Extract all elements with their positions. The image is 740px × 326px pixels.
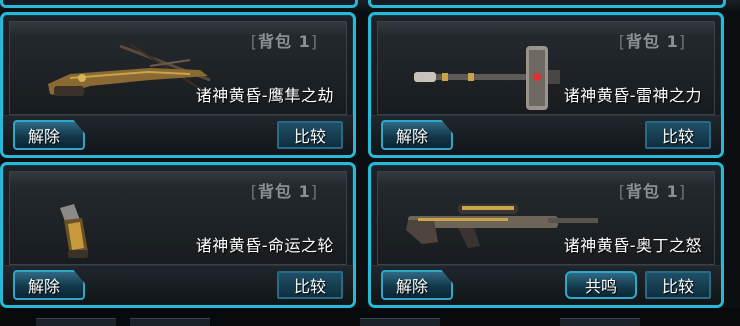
- card-footer: 解除 共鸣 比较: [371, 265, 721, 305]
- bottom-tab: [36, 318, 116, 326]
- weapon-card-2[interactable]: [背包 1] 诸神黄昏-雷神之力 解除 比较: [368, 12, 724, 158]
- release-button[interactable]: 解除: [381, 120, 453, 150]
- weapon-card-1[interactable]: [背包 1] 诸神黄昏-鹰隼之劫 解除 比较: [0, 12, 356, 158]
- bag-tag-label: 背包 1: [258, 32, 311, 51]
- card-footer: 解除 比较: [3, 265, 353, 305]
- release-button[interactable]: 解除: [13, 270, 85, 300]
- weapon-display-area: [背包 1] 诸神黄昏-命运之轮: [9, 171, 347, 265]
- bag-tag-label: 背包 1: [626, 32, 679, 51]
- bag-tag: [背包 1]: [250, 182, 318, 201]
- bottom-tab: [360, 318, 440, 326]
- grenade-icon: [60, 204, 88, 258]
- bag-tag: [背包 1]: [618, 182, 686, 201]
- top-card-edge-left: [0, 0, 358, 8]
- weapon-display-area: [背包 1] 诸神黄昏-雷神之力: [377, 21, 715, 115]
- release-button[interactable]: 解除: [13, 120, 85, 150]
- bottom-tab: [560, 318, 640, 326]
- top-card-edge-right: [368, 0, 726, 8]
- weapon-display-area: [背包 1] 诸神黄昏-奥丁之怒: [377, 171, 715, 265]
- hammer-icon: [414, 46, 560, 110]
- resonance-button[interactable]: 共鸣: [565, 271, 637, 299]
- weapon-name: 诸神黄昏-命运之轮: [195, 236, 334, 255]
- bag-tag-label: 背包 1: [258, 182, 311, 201]
- weapon-card-3[interactable]: [背包 1] 诸神黄昏-命运之轮 解除 比较: [0, 162, 356, 308]
- bottom-tab: [130, 318, 210, 326]
- bag-tag: [背包 1]: [250, 32, 318, 51]
- bag-tag: [背包 1]: [618, 32, 686, 51]
- release-button[interactable]: 解除: [381, 270, 453, 300]
- compare-button[interactable]: 比较: [277, 121, 343, 149]
- weapon-card-4[interactable]: [背包 1] 诸神黄昏-奥丁之怒 解除 共鸣 比较: [368, 162, 724, 308]
- card-footer: 解除 比较: [3, 115, 353, 155]
- weapon-name: 诸神黄昏-雷神之力: [563, 86, 702, 105]
- bag-tag-label: 背包 1: [626, 182, 679, 201]
- weapon-name: 诸神黄昏-奥丁之怒: [563, 236, 702, 255]
- weapon-display-area: [背包 1] 诸神黄昏-鹰隼之劫: [9, 21, 347, 115]
- compare-button[interactable]: 比较: [645, 271, 711, 299]
- compare-button[interactable]: 比较: [277, 271, 343, 299]
- card-footer: 解除 比较: [371, 115, 721, 155]
- compare-button[interactable]: 比较: [645, 121, 711, 149]
- weapon-name: 诸神黄昏-鹰隼之劫: [195, 86, 334, 105]
